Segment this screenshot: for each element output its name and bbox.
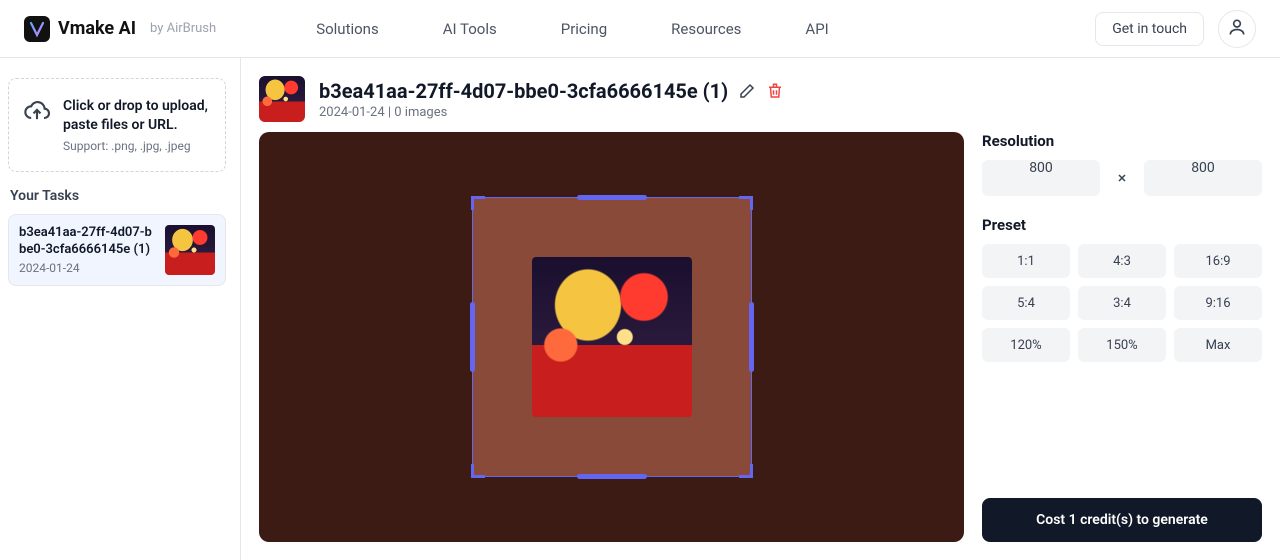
get-in-touch-button[interactable]: Get in touch xyxy=(1095,12,1204,46)
upload-support-text: Support: .png, .jpg, .jpeg xyxy=(63,139,211,153)
width-input[interactable]: 800 xyxy=(982,160,1100,196)
preset-4-3[interactable]: 4:3 xyxy=(1078,244,1166,278)
preset-1-1[interactable]: 1:1 xyxy=(982,244,1070,278)
preset-120[interactable]: 120% xyxy=(982,328,1070,362)
upload-instruction: Click or drop to upload, paste files or … xyxy=(63,97,211,135)
canvas[interactable] xyxy=(259,132,964,542)
main-area: b3ea41aa-27ff-4d07-bbe0-3cfa6666145e (1)… xyxy=(240,58,1280,560)
nav-solutions[interactable]: Solutions xyxy=(316,20,379,38)
document-thumbnail xyxy=(259,76,305,122)
primary-nav: Solutions AI Tools Pricing Resources API xyxy=(316,20,829,38)
nav-ai-tools[interactable]: AI Tools xyxy=(443,20,497,38)
source-image[interactable] xyxy=(532,257,692,417)
task-title: b3ea41aa-27ff-4d07-bbe0-3cfa6666145e (1) xyxy=(19,225,155,259)
preset-150[interactable]: 150% xyxy=(1078,328,1166,362)
crop-handle-left[interactable] xyxy=(470,302,475,372)
document-title: b3ea41aa-27ff-4d07-bbe0-3cfa6666145e (1) xyxy=(319,79,728,103)
document-header: b3ea41aa-27ff-4d07-bbe0-3cfa6666145e (1)… xyxy=(241,58,1280,132)
delete-button[interactable] xyxy=(766,82,784,100)
trash-icon xyxy=(766,82,784,100)
crop-frame[interactable] xyxy=(472,197,752,477)
aspect-lock-toggle[interactable] xyxy=(1108,169,1136,187)
upload-icon xyxy=(23,97,51,129)
crop-handle-bottom[interactable] xyxy=(577,474,647,479)
nav-resources[interactable]: Resources xyxy=(671,20,741,38)
brand-logo-mark xyxy=(24,16,50,42)
crop-corner-tr[interactable] xyxy=(739,196,753,210)
crop-handle-top[interactable] xyxy=(577,195,647,200)
sidebar: Click or drop to upload, paste files or … xyxy=(0,58,240,560)
document-meta: 2024-01-24 | 0 images xyxy=(319,105,784,120)
nav-api[interactable]: API xyxy=(805,20,828,38)
pencil-icon xyxy=(738,82,756,100)
preset-heading: Preset xyxy=(982,216,1262,234)
brand-logo[interactable]: Vmake AI by AirBrush xyxy=(24,16,216,42)
account-button[interactable] xyxy=(1218,10,1256,48)
task-item[interactable]: b3ea41aa-27ff-4d07-bbe0-3cfa6666145e (1)… xyxy=(8,214,226,286)
brand-name: Vmake AI xyxy=(58,18,136,39)
resolution-heading: Resolution xyxy=(982,132,1262,150)
crop-corner-tl[interactable] xyxy=(471,196,485,210)
rename-button[interactable] xyxy=(738,82,756,100)
top-nav: Vmake AI by AirBrush Solutions AI Tools … xyxy=(0,0,1280,58)
tasks-heading: Your Tasks xyxy=(10,188,226,204)
upload-dropzone[interactable]: Click or drop to upload, paste files or … xyxy=(8,78,226,172)
unlink-icon xyxy=(1113,169,1131,187)
preset-grid: 1:1 4:3 16:9 5:4 3:4 9:16 120% 150% Max xyxy=(982,244,1262,362)
brand-byline: by AirBrush xyxy=(150,21,216,36)
task-date: 2024-01-24 xyxy=(19,261,155,275)
preset-5-4[interactable]: 5:4 xyxy=(982,286,1070,320)
crop-corner-br[interactable] xyxy=(739,464,753,478)
preset-9-16[interactable]: 9:16 xyxy=(1174,286,1262,320)
generate-button[interactable]: Cost 1 credit(s) to generate xyxy=(982,498,1262,542)
crop-handle-right[interactable] xyxy=(749,302,754,372)
user-icon xyxy=(1227,17,1247,41)
height-input[interactable]: 800 xyxy=(1144,160,1262,196)
preset-max[interactable]: Max xyxy=(1174,328,1262,362)
settings-panel: Resolution 800 800 Preset 1:1 4:3 16:9 5… xyxy=(982,132,1262,542)
preset-3-4[interactable]: 3:4 xyxy=(1078,286,1166,320)
crop-corner-bl[interactable] xyxy=(471,464,485,478)
task-thumbnail xyxy=(165,225,215,275)
preset-16-9[interactable]: 16:9 xyxy=(1174,244,1262,278)
nav-pricing[interactable]: Pricing xyxy=(561,20,607,38)
